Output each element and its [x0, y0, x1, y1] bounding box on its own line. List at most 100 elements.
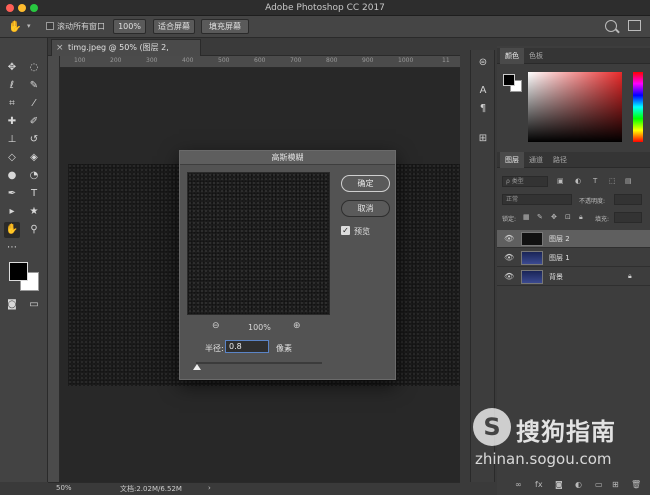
document-tab[interactable]: × timg.jpeg @ 50% (图层 2, RGB/8#) * — [51, 39, 201, 68]
lock-pixels-icon[interactable]: ✎ — [537, 213, 543, 221]
new-adjustment-icon[interactable]: ◐ — [575, 480, 582, 489]
status-bar: 50% 文档:2.02M/6.52M › — [48, 482, 460, 495]
edit-toolbar-icon[interactable]: ⋯ — [4, 240, 20, 256]
cancel-button[interactable]: 取消 — [341, 200, 390, 217]
zoom-tool-icon[interactable]: ⚲ — [26, 222, 42, 238]
character-panel-icon[interactable]: A — [476, 84, 490, 98]
shape-tool-icon[interactable]: ★ — [26, 204, 42, 220]
fill-input[interactable] — [614, 212, 642, 223]
radius-unit-label: 像素 — [276, 344, 292, 353]
layer-filter-select[interactable]: ρ 类型 — [502, 176, 548, 187]
path-select-icon[interactable]: ▸ — [4, 204, 20, 220]
crop-tool-icon[interactable]: ⌗ — [4, 96, 20, 112]
move-tool-icon[interactable]: ✥ — [4, 60, 20, 76]
link-layers-icon[interactable]: ∞ — [515, 480, 522, 489]
app-title: Adobe Photoshop CC 2017 — [265, 3, 385, 13]
blend-mode-select[interactable]: 正常 — [502, 194, 572, 205]
ok-button[interactable]: 确定 — [341, 175, 390, 192]
hue-slider[interactable] — [633, 72, 643, 142]
filter-smart-icon[interactable]: ▤ — [625, 177, 632, 185]
marquee-tool-icon[interactable]: ◌ — [26, 60, 42, 76]
screen-mode-icon[interactable]: ▭ — [26, 297, 42, 313]
ruler-label: 600 — [254, 57, 266, 64]
fill-screen-button[interactable]: 填充屏幕 — [201, 19, 249, 34]
tab-color[interactable]: 颜色 — [500, 48, 524, 64]
eraser-tool-icon[interactable]: ◇ — [4, 150, 20, 166]
layer-row[interactable]: 👁︎ 图层 2 — [497, 230, 650, 248]
status-menu-arrow-icon[interactable]: › — [208, 484, 211, 492]
visibility-eye-icon[interactable]: 👁︎ — [504, 272, 514, 281]
filter-pixel-icon[interactable]: ▣ — [557, 177, 564, 185]
add-mask-icon[interactable]: ◙ — [555, 480, 563, 489]
lock-transparency-icon[interactable]: ▦ — [523, 213, 530, 221]
close-tab-icon[interactable]: × — [56, 40, 64, 56]
visibility-eye-icon[interactable]: 👁︎ — [504, 253, 514, 262]
search-icon[interactable] — [605, 20, 617, 32]
radius-slider-track[interactable] — [196, 362, 322, 364]
new-group-icon[interactable]: ▭ — [595, 480, 603, 489]
document-size-info: 文档:2.02M/6.52M — [120, 485, 182, 493]
document-tab-bar: × timg.jpeg @ 50% (图层 2, RGB/8#) * — [48, 38, 460, 68]
delete-layer-icon[interactable]: 🗑︎ — [631, 480, 641, 489]
ruler-label: 800 — [326, 57, 338, 64]
lock-icon: 🔒︎ — [628, 272, 632, 280]
tab-layers[interactable]: 图层 — [500, 152, 524, 168]
preview-checkbox[interactable]: ✓ — [341, 226, 350, 235]
layer-thumbnail — [521, 251, 543, 265]
foreground-color-swatch[interactable] — [9, 262, 28, 281]
tool-preset-chevron-down-icon[interactable]: ▾ — [27, 22, 31, 30]
zoom-out-icon[interactable]: ⊖ — [212, 321, 220, 331]
radius-input[interactable]: 0.8 — [225, 340, 269, 353]
history-brush-icon[interactable]: ↺ — [26, 132, 42, 148]
ruler-label: 500 — [218, 57, 230, 64]
pen-tool-icon[interactable]: ✒ — [4, 186, 20, 202]
scroll-all-windows-checkbox[interactable] — [46, 22, 54, 30]
preview-zoom-percent: 100% — [248, 323, 271, 332]
vertical-ruler — [48, 56, 60, 482]
filter-shape-icon[interactable]: ⬚ — [609, 177, 616, 185]
zoom-in-icon[interactable]: ⊕ — [293, 321, 301, 331]
color-picker-field[interactable] — [528, 72, 622, 142]
lock-all-icon[interactable]: 🔒︎ — [579, 213, 583, 222]
visibility-eye-icon[interactable]: 👁︎ — [504, 234, 514, 243]
layer-row[interactable]: 👁︎ 背景 🔒︎ — [497, 268, 650, 286]
paragraph-panel-icon[interactable]: ¶ — [476, 102, 490, 116]
tab-channels[interactable]: 通道 — [524, 152, 548, 168]
clone-stamp-icon[interactable]: ⊥ — [4, 132, 20, 148]
layer-row[interactable]: 👁︎ 图层 1 — [497, 249, 650, 267]
opacity-input[interactable] — [614, 194, 642, 205]
quick-select-tool-icon[interactable]: ✎ — [26, 78, 42, 94]
dodge-tool-icon[interactable]: ◔ — [26, 168, 42, 184]
workspace-icon[interactable] — [628, 20, 641, 31]
type-tool-icon[interactable]: T — [26, 186, 42, 202]
properties-panel-icon[interactable]: ⊜ — [476, 56, 490, 70]
radius-slider-thumb[interactable] — [193, 364, 201, 370]
blur-tool-icon[interactable]: ● — [4, 168, 20, 184]
tab-swatches[interactable]: 色板 — [524, 48, 548, 64]
eyedropper-tool-icon[interactable]: ⁄ — [26, 96, 42, 112]
quick-mask-icon[interactable]: ◙ — [4, 297, 20, 313]
lock-position-icon[interactable]: ✥ — [551, 213, 557, 221]
hand-tool-icon[interactable]: ✋ — [8, 20, 22, 34]
new-layer-icon[interactable]: ⊞ — [612, 480, 619, 489]
foreground-color-chip[interactable] — [503, 74, 515, 86]
adjustments-panel-icon[interactable]: ⊞ — [476, 132, 490, 146]
healing-brush-icon[interactable]: ✚ — [4, 114, 20, 130]
filter-preview[interactable] — [187, 172, 330, 315]
tab-paths[interactable]: 路径 — [548, 152, 572, 168]
ruler-label: 1000 — [398, 57, 414, 64]
filter-type-icon[interactable]: T — [593, 177, 597, 185]
filter-adjust-icon[interactable]: ◐ — [575, 177, 581, 185]
paint-bucket-icon[interactable]: ◈ — [26, 150, 42, 166]
brush-tool-icon[interactable]: ✐ — [26, 114, 42, 130]
hand-tool-icon[interactable]: ✋ — [4, 222, 20, 238]
lock-artboard-icon[interactable]: ⊡ — [565, 213, 571, 221]
zoom-100-button[interactable]: 100% — [113, 19, 146, 34]
layer-style-icon[interactable]: fx — [535, 480, 543, 489]
fit-screen-button[interactable]: 适合屏幕 — [153, 19, 195, 34]
ruler-label: 300 — [146, 57, 158, 64]
watermark-name: 搜狗指南 — [516, 418, 616, 446]
lasso-tool-icon[interactable]: ℓ — [4, 78, 20, 94]
fill-label: 填充: — [595, 216, 610, 223]
zoom-level-field[interactable]: 50% — [56, 484, 86, 495]
